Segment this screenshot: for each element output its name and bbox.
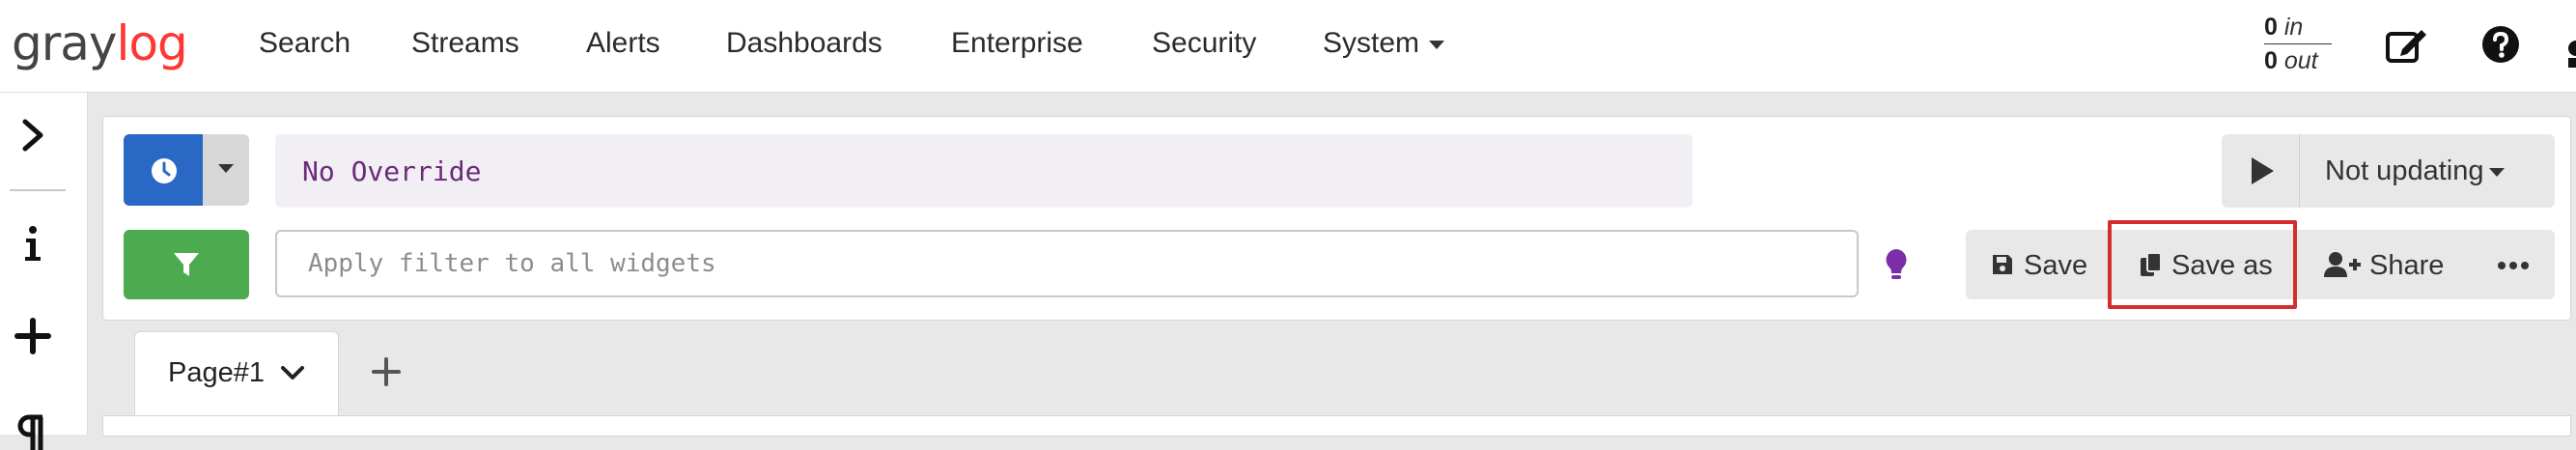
throughput-in-value: 0 xyxy=(2264,14,2278,41)
user-icon[interactable] xyxy=(2564,39,2576,68)
throughput-in-label: in xyxy=(2283,14,2304,41)
refresh-interval-dropdown[interactable]: Not updating xyxy=(2325,155,2506,187)
plus-icon[interactable] xyxy=(14,317,52,355)
time-range-display[interactable]: No Override xyxy=(275,134,1693,208)
chevron-right-icon[interactable] xyxy=(14,116,52,155)
nav-item-system[interactable]: System xyxy=(1323,27,1445,60)
time-range-button[interactable] xyxy=(124,134,203,206)
time-range-dropdown-toggle[interactable] xyxy=(203,134,249,206)
ellipsis-icon xyxy=(2498,262,2529,269)
nav-item-security[interactable]: Security xyxy=(1152,27,1256,60)
dashboard-content-area xyxy=(102,415,2571,436)
filter-icon xyxy=(174,253,199,276)
clock-icon xyxy=(152,158,177,183)
tab-page-1-label: Page#1 xyxy=(168,357,265,388)
throughput-out-value: 0 xyxy=(2264,47,2278,74)
throughput-divider xyxy=(2264,43,2332,44)
help-icon[interactable] xyxy=(2481,25,2520,64)
refresh-divider xyxy=(2299,134,2300,208)
graylog-logo[interactable]: graylog xyxy=(12,10,188,77)
save-button[interactable]: Save xyxy=(1966,230,2107,299)
logo-text-gray: gray xyxy=(12,15,118,71)
save-as-highlight xyxy=(2108,220,2297,309)
throughput-out-label: out xyxy=(2283,47,2318,74)
nav-item-enterprise[interactable]: Enterprise xyxy=(951,27,1083,60)
share-button[interactable]: Share xyxy=(2302,230,2464,299)
filter-input[interactable] xyxy=(275,230,1859,297)
caret-down-icon xyxy=(218,164,234,173)
share-label: Share xyxy=(2369,250,2445,281)
caret-down-icon xyxy=(1429,40,1445,49)
user-plus-icon xyxy=(2324,252,2361,277)
tab-page-1[interactable]: Page#1 xyxy=(134,331,339,417)
nav-item-streams[interactable]: Streams xyxy=(411,27,519,60)
logo-text-red: log xyxy=(116,15,188,71)
paragraph-icon[interactable] xyxy=(14,411,52,450)
throughput-indicator[interactable]: 0 in 0 out xyxy=(2264,12,2332,76)
filter-button[interactable] xyxy=(124,230,249,299)
refresh-interval-label: Not updating xyxy=(2325,155,2484,186)
left-sidebar xyxy=(0,93,88,450)
nav-item-alerts[interactable]: Alerts xyxy=(586,27,660,60)
time-range-text: No Override xyxy=(302,155,482,187)
refresh-play-button[interactable] xyxy=(2222,134,2299,208)
add-tab-icon[interactable] xyxy=(370,355,403,388)
nav-item-system-label: System xyxy=(1323,27,1420,59)
floppy-icon xyxy=(1993,255,2012,274)
nav-item-dashboards[interactable]: Dashboards xyxy=(726,27,882,60)
info-icon[interactable] xyxy=(14,224,52,263)
edit-icon[interactable] xyxy=(2385,26,2429,65)
top-navbar: graylog Search Streams Alerts Dashboards… xyxy=(0,0,2576,93)
caret-down-icon xyxy=(2489,167,2506,177)
save-label: Save xyxy=(2024,250,2088,281)
lightbulb-icon[interactable] xyxy=(1883,247,1910,282)
nav-item-search[interactable]: Search xyxy=(259,27,350,60)
more-actions-button[interactable] xyxy=(2472,230,2555,299)
play-icon xyxy=(2252,157,2274,184)
chevron-down-icon[interactable] xyxy=(280,365,305,382)
sidebar-divider xyxy=(10,189,66,191)
